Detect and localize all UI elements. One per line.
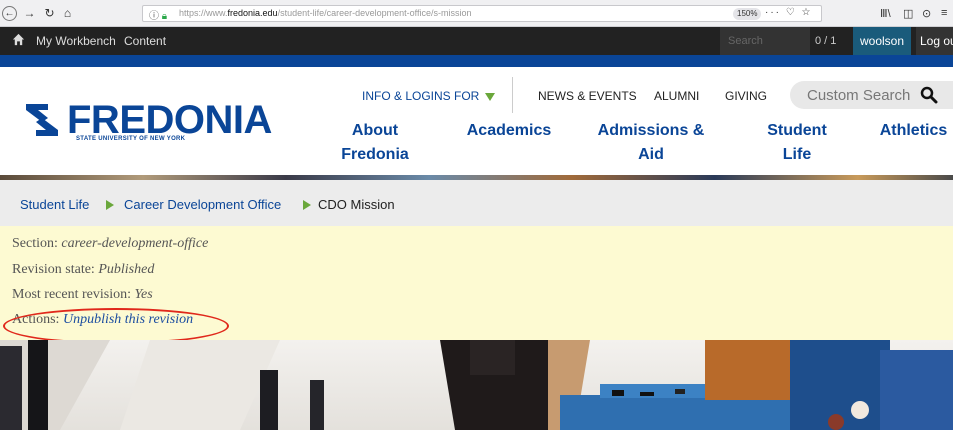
admin-toolbar: My Workbench Content Search 0 / 1 woolso… [0, 27, 953, 55]
url-text[interactable]: https://www.fredonia.edu/student-life/ca… [179, 8, 471, 18]
logout-link[interactable]: Log out [916, 27, 953, 55]
brand-strip [0, 55, 953, 67]
reload-icon[interactable]: ↻ [42, 6, 57, 21]
nav-student-life[interactable]: Student Life [760, 119, 834, 167]
triangle-down-icon [485, 93, 496, 101]
menu-icon[interactable]: ≡ [941, 7, 947, 19]
page-actions[interactable]: ··· ♡ ☆ [765, 7, 812, 18]
library-icon[interactable]: Ⅲ\ [880, 7, 891, 20]
account-icon[interactable]: ⊙ [922, 7, 931, 20]
nav-admissions-aid[interactable]: Admissions & Aid [596, 119, 706, 167]
breadcrumb-current: CDO Mission [318, 197, 395, 212]
nav-about-line2: Fredonia [341, 146, 409, 163]
url-bar[interactable]: ⓘ 🔒︎ https://www.fredonia.edu/student-li… [142, 5, 822, 22]
back-arrow-icon[interactable]: ← [2, 6, 17, 21]
breadcrumb-student-life[interactable]: Student Life [20, 197, 89, 212]
news-events-link[interactable]: NEWS & EVENTS [538, 89, 637, 103]
nav-about-line1: About [351, 122, 399, 139]
breadcrumb-arrow-icon [106, 200, 114, 210]
giving-link[interactable]: GIVING [725, 89, 767, 103]
forward-arrow-icon[interactable]: → [22, 6, 37, 21]
logo-subtext: STATE UNIVERSITY OF NEW YORK [76, 136, 186, 142]
sidebar-icon[interactable]: ◫ [903, 7, 913, 20]
nav-student-line1: Student [767, 122, 827, 139]
admin-search-input[interactable]: Search [720, 27, 810, 55]
url-host: fredonia.edu [227, 8, 278, 18]
nav-athletics-label: Athletics [879, 122, 948, 139]
nav-academics-label: Academics [466, 122, 552, 139]
nav-academics[interactable]: Academics [465, 119, 553, 143]
section-value: career-development-office [61, 236, 209, 251]
revision-info-panel: Section: career-development-office Revis… [0, 226, 953, 344]
nav-about-fredonia[interactable]: About Fredonia [337, 119, 413, 167]
nav-admissions-line1: Admissions & [597, 122, 705, 139]
user-link[interactable]: woolson [853, 27, 911, 55]
state-value: Published [98, 262, 155, 277]
lock-icon: 🔒︎ [161, 11, 168, 22]
breadcrumb-arrow-icon [303, 200, 311, 210]
recent-value: Yes [134, 287, 153, 302]
highlight-circle-annotation [3, 308, 229, 344]
my-workbench-link[interactable]: My Workbench [36, 34, 116, 48]
nav-admissions-line2: Aid [638, 146, 664, 163]
alumni-link[interactable]: ALUMNI [654, 89, 699, 103]
content-link[interactable]: Content [124, 34, 166, 48]
section-label: Section: [12, 236, 58, 251]
url-prefix: https://www. [179, 8, 228, 18]
utility-divider [512, 77, 513, 113]
logo-mark-icon [26, 104, 58, 136]
revision-state: Revision state: Published [12, 262, 154, 278]
site-header: FREDONIA STATE UNIVERSITY OF NEW YORK IN… [0, 67, 953, 177]
recent-label: Most recent revision: [12, 287, 131, 302]
custom-search-input[interactable]: Custom Search [790, 81, 953, 109]
info-logins-dropdown[interactable]: INFO & LOGINS FOR [362, 89, 496, 103]
nav-student-line2: Life [782, 146, 812, 163]
breadcrumb: Student Life Career Development Office C… [0, 180, 953, 226]
site-info-icon[interactable]: ⓘ 🔒︎ [149, 7, 167, 22]
nav-athletics[interactable]: Athletics [874, 119, 953, 143]
revision-section: Section: career-development-office [12, 236, 208, 252]
revision-recent: Most recent revision: Yes [12, 287, 153, 303]
zoom-badge[interactable]: 150% [733, 8, 762, 20]
search-placeholder: Custom Search [807, 87, 911, 104]
info-logins-label: INFO & LOGINS FOR [362, 89, 480, 103]
state-label: Revision state: [12, 262, 95, 277]
home-icon[interactable]: ⌂ [60, 6, 75, 21]
hero-photo-illustration [0, 340, 953, 430]
url-path: /student-life/career-development-office/… [277, 8, 472, 18]
breadcrumb-career-development[interactable]: Career Development Office [124, 197, 281, 212]
hero-photo [0, 340, 953, 430]
admin-count: 0 / 1 [815, 35, 837, 47]
search-icon[interactable] [920, 86, 938, 104]
browser-toolbar: ← → ↻ ⌂ ⓘ 🔒︎ https://www.fredonia.edu/st… [0, 0, 953, 27]
home-icon[interactable] [12, 33, 25, 46]
